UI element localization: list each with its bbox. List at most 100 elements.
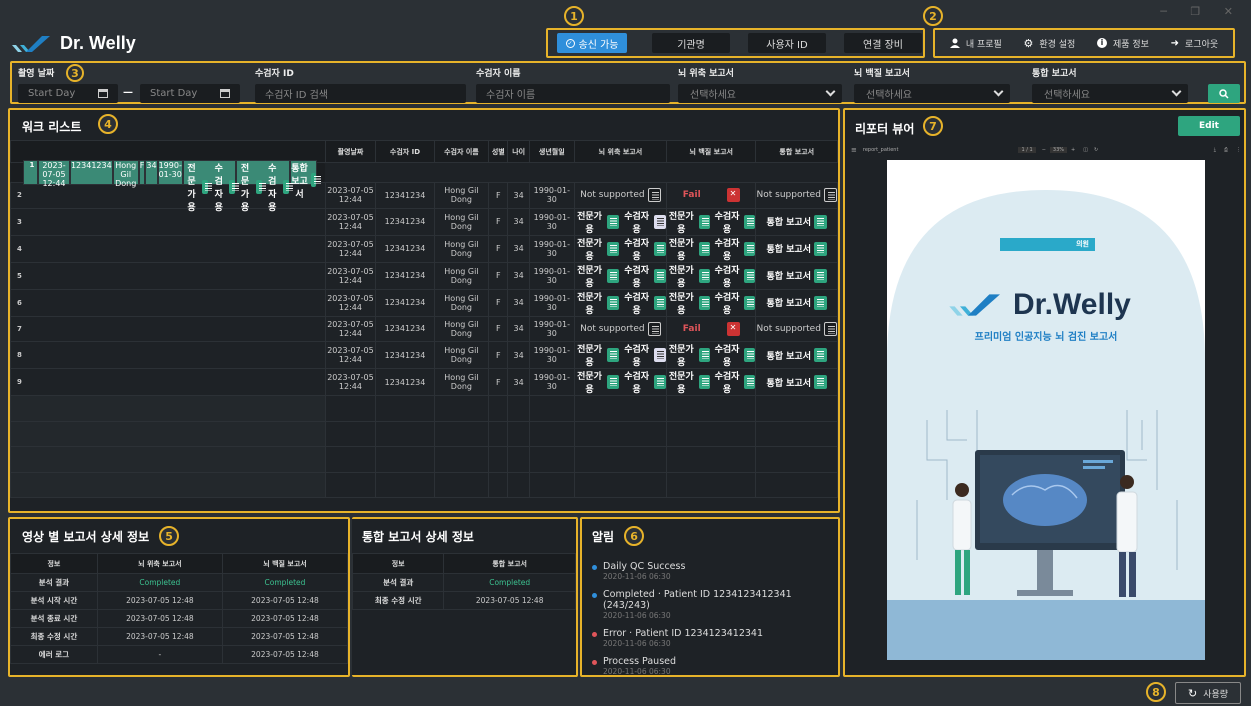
document-icon[interactable] xyxy=(726,321,740,336)
table-row[interactable]: 9 2023-07-05 12:44 12341234 Hong Gil Dong F 3… xyxy=(10,368,838,396)
document-icon[interactable] xyxy=(698,295,710,310)
window-controls[interactable]: ─ ❐ ✕ xyxy=(1160,5,1243,18)
document-icon[interactable] xyxy=(607,348,619,362)
document-icon[interactable] xyxy=(744,375,756,389)
patient-name-input[interactable]: 수검자 이름 xyxy=(476,84,670,103)
pdf-page[interactable]: 1 / 1 xyxy=(1018,147,1036,153)
patient-report-label: 수검자용 xyxy=(714,372,740,395)
table-row[interactable]: 7 2023-07-05 12:44 12341234 Hong Gil Dong F 3… xyxy=(10,315,838,342)
tab-user-id[interactable]: 사용자 ID xyxy=(748,33,826,53)
table-row[interactable]: 5 2023-07-05 12:44 12341234 Hong Gil Dong F 3… xyxy=(10,261,838,290)
document-icon[interactable] xyxy=(654,268,667,283)
usage-button[interactable]: ↻ 사용량 xyxy=(1175,682,1241,704)
zoom-out-icon[interactable]: − xyxy=(1042,147,1046,153)
document-icon[interactable] xyxy=(654,295,667,310)
document-icon[interactable] xyxy=(607,375,619,389)
calendar-icon[interactable] xyxy=(220,89,230,98)
document-icon[interactable] xyxy=(823,321,837,336)
document-icon[interactable] xyxy=(813,295,827,310)
menu-profile[interactable]: 내 프로필 xyxy=(949,37,1002,50)
document-icon[interactable] xyxy=(698,214,710,229)
table-row[interactable]: 3 2023-07-05 12:44 12341234 Hong Gil Dong F 3… xyxy=(10,207,838,236)
table-row[interactable]: 4 2023-07-05 12:44 12341234 Hong Gil Dong F 3… xyxy=(10,234,838,263)
document-icon[interactable] xyxy=(654,241,667,256)
document-icon[interactable] xyxy=(698,241,710,256)
document-icon[interactable] xyxy=(647,321,661,336)
atrophy-report-select[interactable]: 선택하세요 xyxy=(678,84,842,103)
empty-row xyxy=(10,471,838,498)
white-matter-report-cell: 전문가용 수검자용 xyxy=(666,234,757,263)
document-icon[interactable] xyxy=(813,214,827,229)
integrated-report-cell: Not supported xyxy=(755,315,838,342)
integrated-report-select[interactable]: 선택하세요 xyxy=(1032,84,1188,103)
document-icon[interactable] xyxy=(311,173,322,188)
document-icon[interactable] xyxy=(607,241,619,256)
start-date-input[interactable]: Start Day xyxy=(18,84,118,103)
document-icon[interactable] xyxy=(654,348,667,362)
print-icon[interactable]: ⎙ xyxy=(1224,147,1228,153)
alert-item[interactable]: Error · Patient ID 1234123412341 2020-11-… xyxy=(592,628,830,648)
document-icon[interactable] xyxy=(654,375,667,389)
integrated-report-cell: 통합 보고서 xyxy=(755,341,838,369)
document-icon[interactable] xyxy=(698,348,710,362)
document-icon[interactable] xyxy=(726,188,740,203)
menu-icon[interactable]: ≡ xyxy=(851,146,857,154)
document-icon[interactable] xyxy=(813,348,827,362)
document-icon[interactable] xyxy=(698,375,710,389)
document-icon[interactable] xyxy=(607,295,619,310)
document-icon[interactable] xyxy=(647,188,661,203)
cell-name: Hong Gil Dong xyxy=(433,207,490,236)
edit-button[interactable]: Edit xyxy=(1178,116,1240,136)
alert-item[interactable]: Process Paused 2020-11-06 06:30 xyxy=(592,656,830,676)
document-icon[interactable] xyxy=(744,295,756,310)
tab-send-available[interactable]: ✓ 송신 가능 xyxy=(557,33,627,53)
tab-institution[interactable]: 기관명 xyxy=(652,33,730,53)
more-icon[interactable]: ⋮ xyxy=(1236,147,1241,153)
report-buttons: 전문가용 수검자용 xyxy=(667,369,756,395)
table-row[interactable]: 1 2023-07-05 12:44 12341234 Hong Gil Dong F 3… xyxy=(10,159,326,213)
fit-page-icon[interactable]: ◫ xyxy=(1083,147,1088,153)
menu-product-info[interactable]: i 제품 정보 xyxy=(1096,37,1149,50)
menu-logout[interactable]: ➜ 로그아웃 xyxy=(1171,37,1219,50)
document-icon[interactable] xyxy=(744,214,756,229)
document-icon[interactable] xyxy=(202,179,213,194)
document-icon[interactable] xyxy=(744,268,756,283)
document-icon[interactable] xyxy=(698,268,710,283)
document-icon[interactable] xyxy=(654,214,667,229)
end-date-input[interactable]: Start Day xyxy=(140,84,240,103)
table-header-row: 정보 통합 보고서 xyxy=(351,553,576,574)
document-icon[interactable] xyxy=(744,348,756,362)
patient-id-input[interactable]: 수검자 ID 검색 xyxy=(255,84,466,103)
document-icon[interactable] xyxy=(607,214,619,229)
tab-device[interactable]: 연결 장비 xyxy=(844,33,922,53)
document-icon[interactable] xyxy=(823,188,837,203)
empty-cell xyxy=(528,471,575,498)
document-icon[interactable] xyxy=(255,179,266,194)
row-value: 2023-07-05 12:48 xyxy=(221,591,349,610)
document-icon[interactable] xyxy=(229,179,240,194)
document-icon[interactable] xyxy=(813,268,827,283)
table-row[interactable]: 6 2023-07-05 12:44 12341234 Hong Gil Dong F 3… xyxy=(10,288,838,317)
not-supported-label: Not supported xyxy=(580,323,645,334)
document-icon[interactable] xyxy=(282,179,293,194)
document-icon[interactable] xyxy=(607,268,619,283)
alert-item[interactable]: Completed · Patient ID 1234123412341 (24… xyxy=(592,589,830,620)
document-icon[interactable] xyxy=(813,375,827,389)
download-icon[interactable]: ⤓ xyxy=(1214,147,1216,153)
table-row[interactable]: 8 2023-07-05 12:44 12341234 Hong Gil Dong F 3… xyxy=(10,341,838,369)
report-buttons: Fail xyxy=(683,321,740,336)
alert-item[interactable]: Daily QC Success 2020-11-06 06:30 xyxy=(592,561,830,581)
menu-label: 환경 설정 xyxy=(1039,39,1076,50)
document-icon[interactable] xyxy=(813,241,827,256)
pdf-zoom[interactable]: 33% xyxy=(1049,147,1068,153)
document-icon[interactable] xyxy=(744,241,756,256)
zoom-in-icon[interactable]: + xyxy=(1071,147,1075,153)
atrophy-report-label: 뇌 위축 보고서 xyxy=(678,69,734,79)
select-value: 선택하세요 xyxy=(1044,90,1090,101)
menu-settings[interactable]: ⚙ 환경 설정 xyxy=(1023,37,1075,50)
calendar-icon[interactable] xyxy=(98,89,108,98)
refresh-icon: ↻ xyxy=(1187,686,1198,700)
rotate-icon[interactable]: ↻ xyxy=(1094,147,1098,153)
white-matter-report-select[interactable]: 선택하세요 xyxy=(854,84,1010,103)
search-button[interactable] xyxy=(1208,84,1240,103)
